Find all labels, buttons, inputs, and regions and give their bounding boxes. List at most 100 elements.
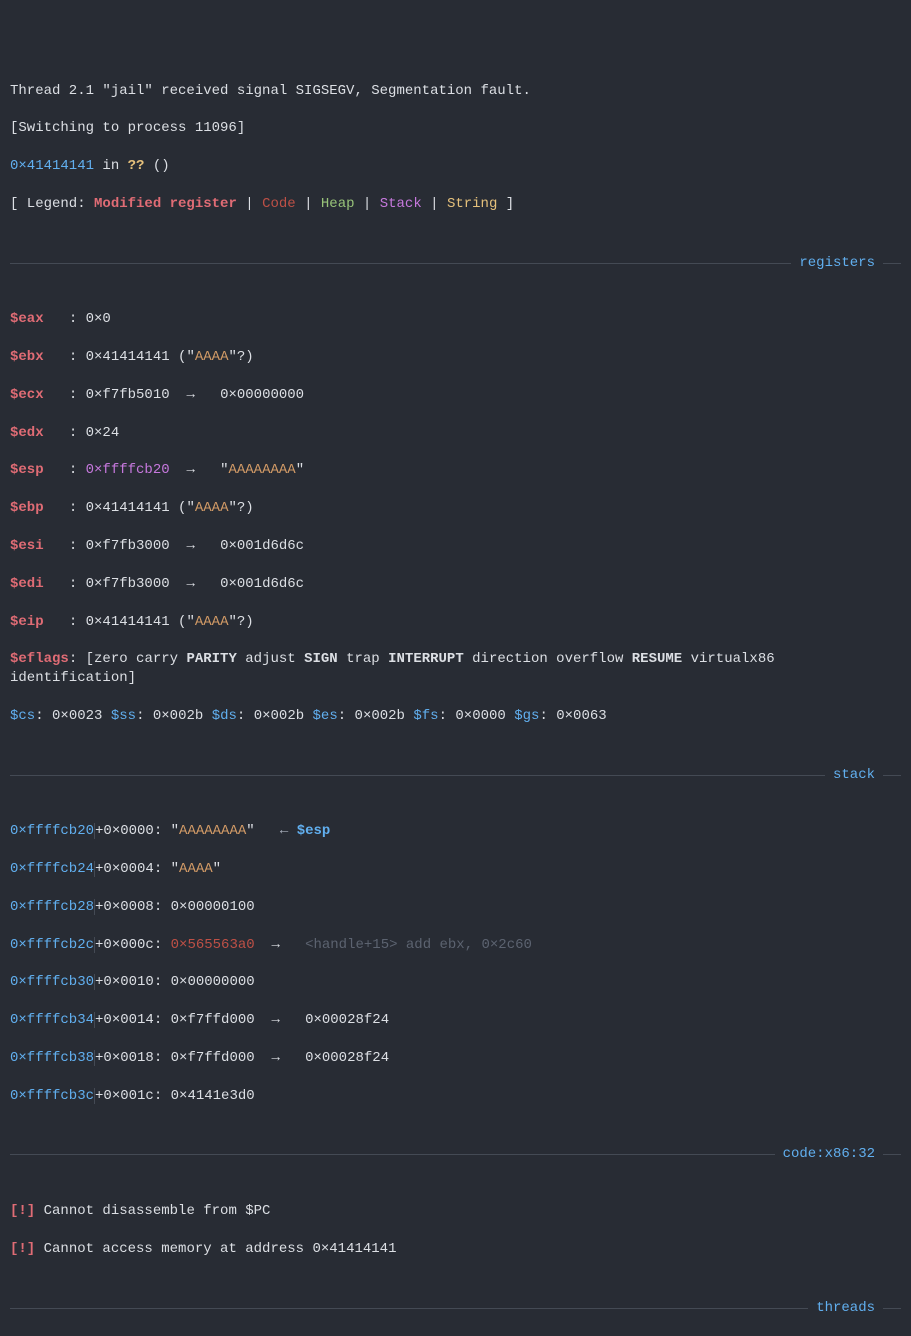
paren: () [144,158,169,174]
flag-interrupt: INTERRUPT [388,651,464,667]
stack-offset: +0×001c: [95,1088,162,1104]
section-label-code: code:x86:32 [783,1145,875,1164]
reg-edx: $edx : 0×24 [10,424,901,443]
stack-value: 0×4141e3d0 [171,1088,255,1104]
reg-name: $eflags [10,651,69,667]
stack-offset: +0×0018: [95,1050,162,1066]
stack-row: 0×ffffcb30+0×0010: 0×00000000 [10,973,901,992]
reg-esp: $esp : 0×ffffcb20 → "AAAAAAAA" [10,461,901,480]
stack-addr: 0×ffffcb20 [10,823,94,839]
legend-heap: Heap [321,196,355,212]
deref-value: 0×00028f24 [305,1050,389,1066]
reg-value: 0×41414141 [86,614,170,630]
reg-ebp: $ebp : 0×41414141 ("AAAA"?) [10,499,901,518]
legend-sep-1: | [237,196,262,212]
stack-row: 0×ffffcb24+0×0004: "AAAA" [10,860,901,879]
reg-value: 0×41414141 [86,349,170,365]
stack-row: 0×ffffcb28+0×0008: 0×00000100 [10,898,901,917]
reg-name: $edx [10,425,44,441]
section-label-stack: stack [833,766,875,785]
reg-name: $esp [10,462,44,478]
reg-value: 0×f7fb3000 [86,538,170,554]
warning-icon: [!] [10,1241,35,1257]
stack-row: 0×ffffcb3c+0×001c: 0×4141e3d0 [10,1087,901,1106]
arrow-icon: → [170,462,220,478]
arrow-icon: → [170,576,220,592]
stack-addr: 0×ffffcb2c [10,937,94,953]
legend-close: ] [497,196,514,212]
stack-offset: +0×0000: [95,823,162,839]
stack-value: 0×00000000 [171,974,255,990]
stack-addr: 0×ffffcb34 [10,1012,94,1028]
stack-value: 0×565563a0 [171,937,255,953]
ascii-value: AAAA [195,614,229,630]
reg-edi: $edi : 0×f7fb3000 → 0×001d6d6c [10,575,901,594]
reg-ecx: $ecx : 0×f7fb5010 → 0×00000000 [10,386,901,405]
signal-line: Thread 2.1 "jail" received signal SIGSEG… [10,82,901,101]
seg-ss: $ss [111,708,136,724]
stack-row: 0×ffffcb2c+0×000c: 0×565563a0 → <handle+… [10,936,901,955]
legend-string: String [447,196,497,212]
disasm: <handle+15> add ebx, 0×2c60 [305,937,532,953]
in-word: in [94,158,128,174]
reg-esi: $esi : 0×f7fb3000 → 0×001d6d6c [10,537,901,556]
stack-row: 0×ffffcb20+0×0000: "AAAAAAAA" ← $esp [10,822,901,841]
unknown-symbol: ?? [128,158,145,174]
stack-value: AAAAAAAA [179,823,246,839]
stack-addr: 0×ffffcb28 [10,899,94,915]
reg-name: $ebp [10,500,44,516]
reg-eflags: $eflags: [zero carry PARITY adjust SIGN … [10,650,901,688]
stack-value: AAAA [179,861,213,877]
reg-eax: $eax : 0×0 [10,310,901,329]
legend-stack: Stack [380,196,422,212]
stack-addr: 0×ffffcb3c [10,1088,94,1104]
stack-row: 0×ffffcb38+0×0018: 0×f7ffd000 → 0×00028f… [10,1049,901,1068]
ascii-value: AAAA [195,349,229,365]
reg-value: 0×41414141 [86,500,170,516]
section-label-registers: registers [799,254,875,273]
stack-offset: +0×0014: [95,1012,162,1028]
seg-ds: $ds [212,708,237,724]
stack-value: 0×f7ffd000 [171,1050,255,1066]
reg-name: $eax [10,311,44,327]
stack-row: 0×ffffcb34+0×0014: 0×f7ffd000 → 0×00028f… [10,1011,901,1030]
legend-sep-4: | [422,196,447,212]
stack-addr: 0×ffffcb38 [10,1050,94,1066]
section-code: code:x86:32 [10,1145,901,1164]
reg-name: $ecx [10,387,44,403]
ascii-value: AAAA [195,500,229,516]
deref-value: 0×00000000 [220,387,304,403]
deref-value: 0×001d6d6c [220,576,304,592]
flag-parity: PARITY [186,651,236,667]
legend-sep-2: | [296,196,321,212]
arrow-icon: → [255,1050,305,1066]
seg-gs: $gs [514,708,539,724]
warning-icon: [!] [10,1203,35,1219]
stack-value: 0×f7ffd000 [171,1012,255,1028]
seg-fs: $fs [413,708,438,724]
arrow-left-icon: ← [255,823,297,839]
legend-line: [ Legend: Modified register | Code | Hea… [10,195,901,214]
frame-line: 0×41414141 in ?? () [10,157,901,176]
code-error-1: [!] Cannot disassemble from $PC [10,1202,901,1221]
arrow-icon: → [170,538,220,554]
esp-marker: $esp [297,823,331,839]
reg-name: $ebx [10,349,44,365]
stack-addr: 0×ffffcb30 [10,974,94,990]
legend-code: Code [262,196,296,212]
flag-resume: RESUME [632,651,682,667]
seg-cs: $cs [10,708,35,724]
section-threads: threads [10,1299,901,1318]
flag-sign: SIGN [304,651,338,667]
reg-value: 0×ffffcb20 [86,462,170,478]
legend-sep-3: | [355,196,380,212]
stack-offset: +0×0010: [95,974,162,990]
arrow-icon: → [255,1012,305,1028]
stack-offset: +0×0008: [95,899,162,915]
section-label-threads: threads [816,1299,875,1318]
error-text: Cannot disassemble from $PC [35,1203,270,1219]
ascii-value: AAAAAAAA [228,462,295,478]
reg-value: 0×24 [86,425,120,441]
reg-eip: $eip : 0×41414141 ("AAAA"?) [10,613,901,632]
stack-value: 0×00000100 [171,899,255,915]
